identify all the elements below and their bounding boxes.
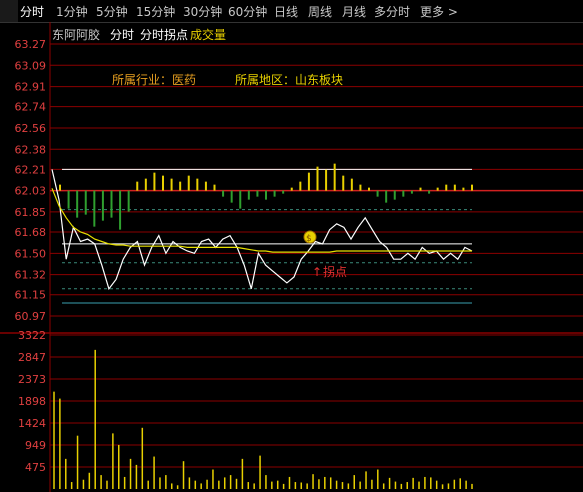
price-tick-label: 62.56 [15, 122, 47, 135]
volume-tick-label: 949 [25, 439, 46, 452]
price-tick-label: 61.32 [15, 269, 47, 282]
price-tick-label: 62.03 [15, 185, 47, 198]
volume-tick-label: 2847 [18, 351, 46, 364]
price-tick-label: 63.09 [15, 59, 47, 72]
chart-grid [0, 22, 583, 492]
price-line [51, 169, 473, 291]
region-label: 所属地区：山东板块 [235, 73, 343, 87]
volume-axis-labels: 3322 2847 2373 1898 1424 949 475 [18, 329, 46, 474]
price-tick-label: 61.68 [15, 226, 47, 239]
volume-tick-label: 475 [25, 461, 46, 474]
price-tick-label: 61.50 [15, 247, 47, 260]
price-tick-label: 60.97 [15, 310, 47, 323]
signal-bars [59, 163, 473, 230]
price-tick-label: 61.85 [15, 206, 47, 219]
avg-line [51, 188, 472, 253]
price-tick-label: 63.27 [15, 38, 47, 51]
money-bag-icon[interactable]: $ [303, 230, 317, 244]
price-tick-label: 62.74 [15, 101, 47, 114]
intraday-chart[interactable]: 63.27 63.09 62.91 62.74 62.56 62.38 62.21 62.03… [0, 0, 583, 492]
industry-label: 所属行业：医药 [112, 73, 196, 87]
price-tick-label: 61.15 [15, 289, 47, 302]
volume-bars [53, 349, 473, 489]
price-lines [51, 169, 473, 291]
volume-tick-label: 1424 [18, 417, 46, 430]
price-tick-label: 62.91 [15, 81, 47, 94]
volume-tick-label: 1898 [18, 395, 46, 408]
turning-point-label: 拐点 [323, 264, 347, 279]
price-tick-label: 62.21 [15, 163, 47, 176]
volume-tick-label: 2373 [18, 373, 46, 386]
price-axis-labels: 63.27 63.09 62.91 62.74 62.56 62.38 62.21 62.03… [15, 38, 47, 323]
volume-tick-label: 3322 [18, 329, 46, 342]
turning-point-arrow: ↑ [312, 265, 322, 279]
price-tick-label: 62.38 [15, 143, 47, 156]
svg-text:$: $ [306, 234, 312, 244]
